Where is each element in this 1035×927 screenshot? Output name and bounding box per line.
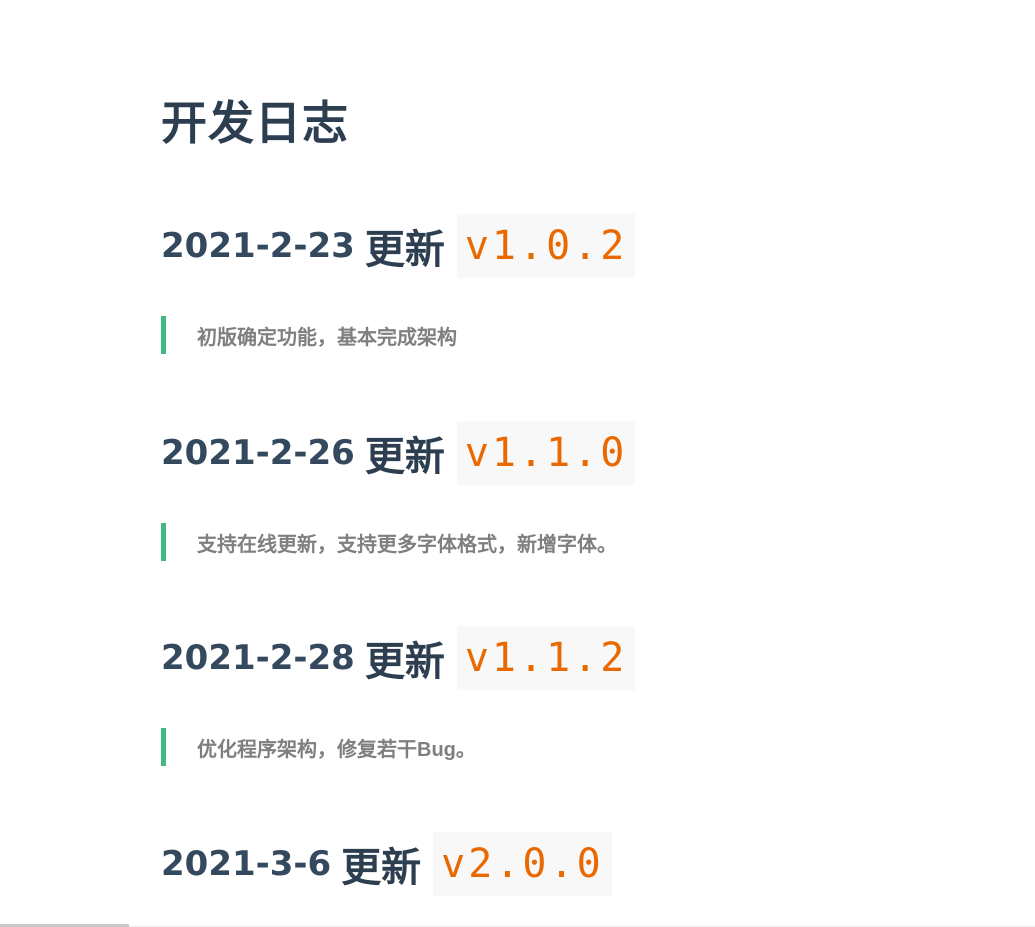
entry-note-text: 初版确定功能，基本完成架构: [197, 326, 457, 349]
entry-update-label: 更新: [364, 228, 445, 272]
entry-heading: 2021-2-23 更新 v1.0.2: [161, 214, 636, 278]
entry-date: 2021-2-23: [161, 226, 355, 266]
entry-date: 2021-3-6: [161, 844, 332, 884]
version-code: v1.1.2: [456, 626, 636, 690]
page-title: 开发日志: [161, 97, 349, 149]
entry-note: 优化程序架构，修复若干Bug。: [161, 728, 476, 766]
entry-update-label: 更新: [341, 846, 422, 890]
version-code: v1.0.2: [456, 214, 636, 278]
entry-update-label: 更新: [364, 640, 445, 684]
entry-update-label: 更新: [364, 435, 445, 479]
entry-heading: 2021-2-26 更新 v1.1.0: [161, 421, 636, 485]
entry-note: 初版确定功能，基本完成架构: [161, 316, 457, 354]
entry-date: 2021-2-26: [161, 433, 355, 473]
version-code: v1.1.0: [456, 421, 636, 485]
entry-heading: 2021-2-28 更新 v1.1.2: [161, 626, 636, 690]
entry-date: 2021-2-28: [161, 638, 355, 678]
version-code: v2.0.0: [433, 832, 612, 896]
entry-note-text: 支持在线更新，支持更多字体格式，新增字体。: [197, 533, 617, 556]
entry-note-text: 优化程序架构，修复若干Bug。: [197, 738, 476, 761]
entry-heading: 2021-3-6 更新 v2.0.0: [161, 832, 612, 896]
entry-note: 支持在线更新，支持更多字体格式，新增字体。: [161, 523, 617, 561]
